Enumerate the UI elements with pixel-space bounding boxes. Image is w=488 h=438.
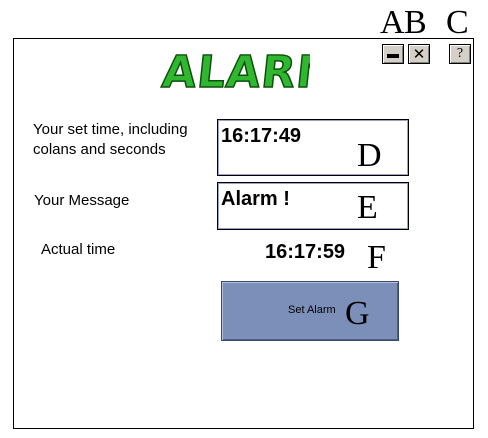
message-input[interactable]: Alarm ! — [217, 182, 409, 230]
message-value: Alarm ! — [221, 188, 290, 210]
minimize-button[interactable] — [382, 44, 404, 64]
set-alarm-label: Set Alarm — [288, 304, 336, 316]
minimize-icon — [387, 54, 399, 58]
help-icon: ? — [456, 46, 464, 61]
callout-e: E — [357, 189, 378, 226]
callout-b: B — [404, 4, 427, 41]
alarm-logo: ALARM — [160, 46, 310, 96]
alarm-window — [13, 38, 474, 429]
set-time-label: Your set time, including colans and seco… — [33, 120, 188, 160]
help-button[interactable]: ? — [449, 44, 471, 64]
message-label: Your Message — [34, 192, 130, 209]
actual-time-label: Actual time — [41, 241, 116, 258]
alarm-logo-text: ALARM — [160, 47, 310, 96]
set-time-value: 16:17:49 — [221, 125, 302, 147]
set-alarm-button[interactable]: Set Alarm — [221, 281, 399, 341]
set-time-label-line1: Your set time, including — [33, 121, 188, 138]
callout-a: A — [380, 4, 405, 41]
close-button[interactable]: ✕ — [408, 44, 430, 64]
callout-g: G — [345, 295, 370, 332]
callout-c: C — [446, 4, 469, 41]
callout-f: F — [367, 239, 386, 276]
set-time-label-line2: colans and seconds — [33, 141, 166, 158]
actual-time-value: 16:17:59 — [265, 241, 346, 263]
callout-d: D — [357, 137, 382, 174]
close-icon: ✕ — [412, 44, 426, 63]
